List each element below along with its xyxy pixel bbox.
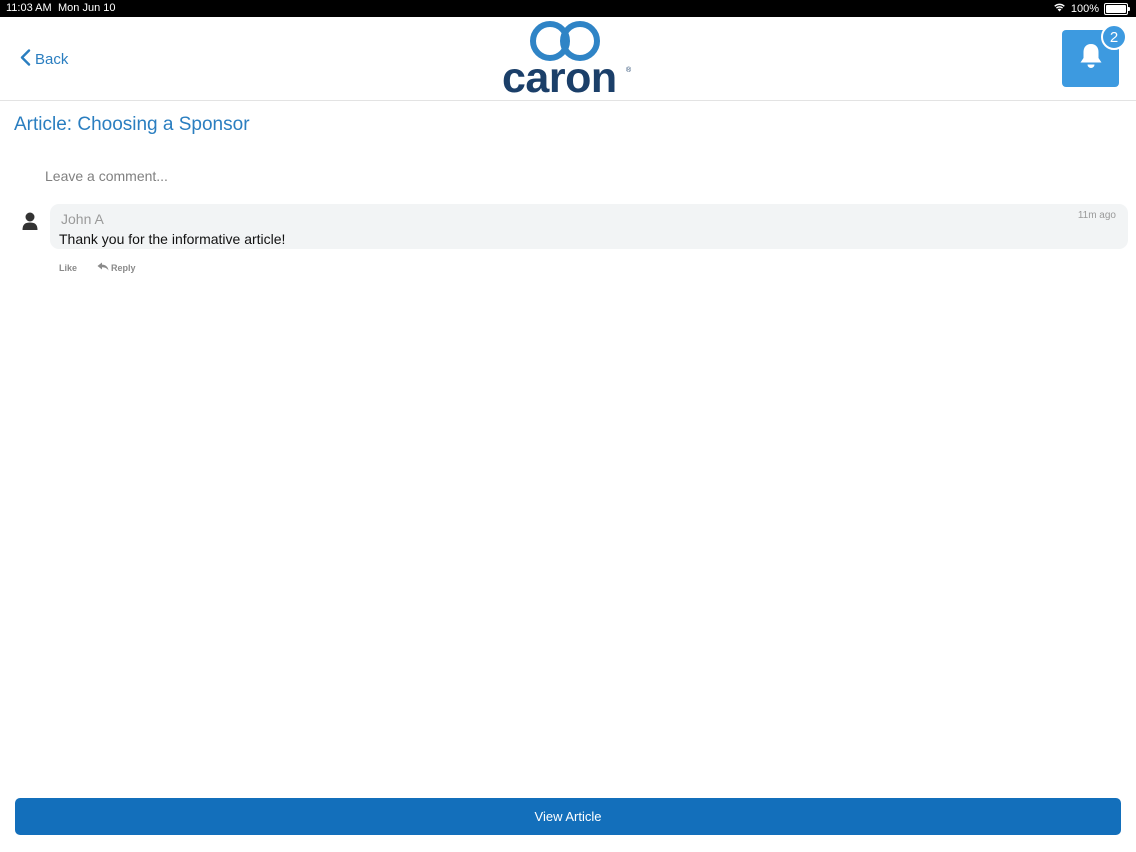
user-silhouette-icon — [21, 211, 39, 231]
status-time: 11:03 AM — [6, 2, 52, 14]
comment-timestamp: 11m ago — [1077, 210, 1116, 221]
battery-icon — [1104, 2, 1130, 15]
caron-logo: caron ® — [500, 19, 640, 102]
battery-percent: 100% — [1070, 2, 1099, 15]
view-article-button[interactable]: View Article — [15, 798, 1121, 835]
like-button[interactable]: Like — [59, 263, 77, 273]
battery-fill — [1106, 4, 1126, 13]
bell-icon — [1078, 42, 1104, 75]
status-right: 100% — [1053, 2, 1130, 15]
comment-input[interactable] — [32, 162, 1136, 190]
logo-wordmark: caron — [502, 54, 617, 102]
comment-text: Thank you for the informative article! — [59, 231, 286, 247]
comment-author: John A — [61, 211, 104, 227]
comment-bubble: John A 11m ago Thank you for the informa… — [50, 204, 1128, 249]
chevron-left-icon — [20, 49, 31, 70]
page-title: Article: Choosing a Sponsor — [14, 114, 250, 135]
reply-button[interactable]: Reply — [97, 262, 136, 273]
status-bar: 11:03 AM Mon Jun 10 100% — [0, 0, 1136, 17]
comment-actions: Like Reply — [59, 262, 136, 273]
logo-registered-mark: ® — [626, 67, 632, 74]
reply-arrow-icon — [97, 262, 109, 273]
notification-count-badge: 2 — [1101, 24, 1127, 50]
back-button[interactable]: Back — [20, 49, 68, 70]
back-label: Back — [35, 51, 69, 68]
reply-label: Reply — [111, 262, 136, 273]
status-date: Mon Jun 10 — [58, 2, 116, 14]
header: Back caron ® 2 — [0, 17, 1136, 101]
page: 11:03 AM Mon Jun 10 100% Back caron ® 2 … — [0, 0, 1136, 852]
wifi-icon — [1053, 2, 1066, 15]
